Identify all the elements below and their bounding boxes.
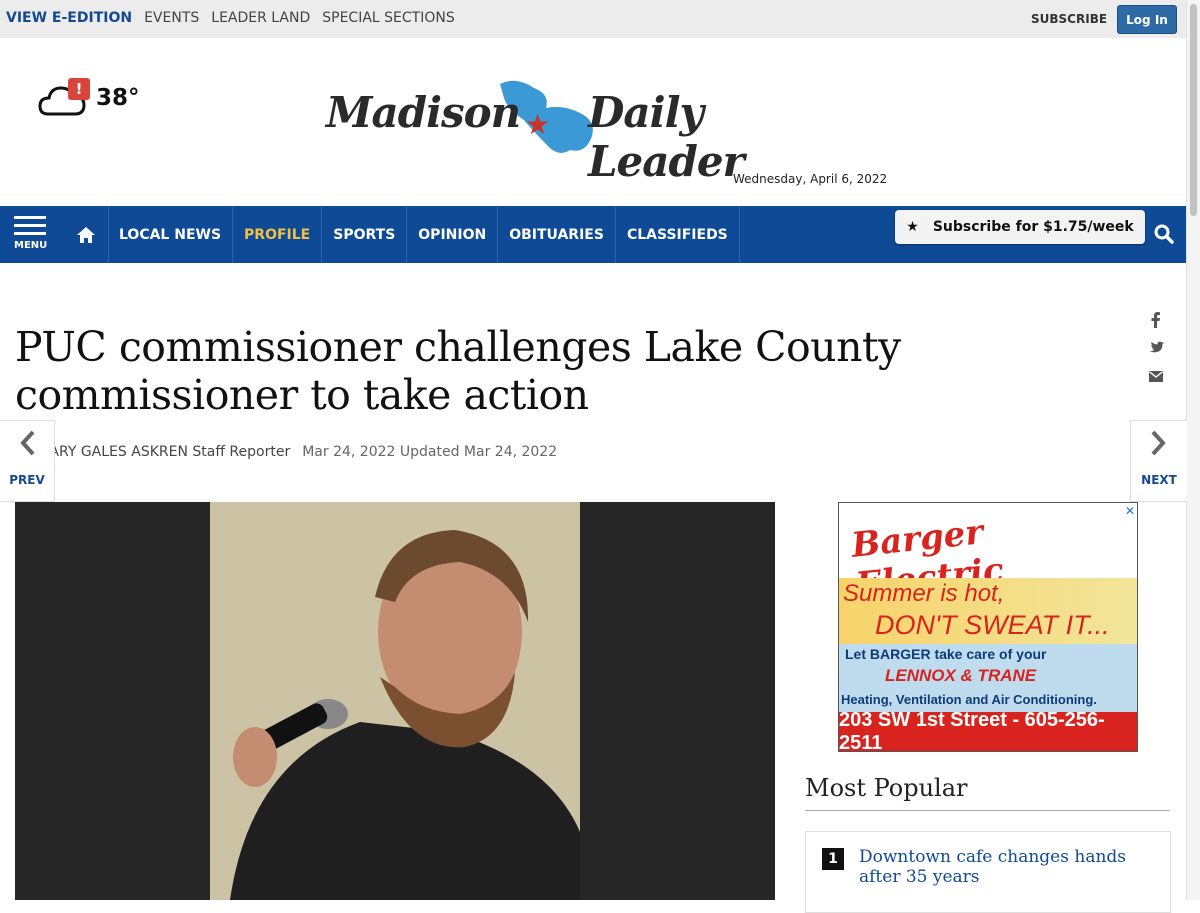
divider (805, 810, 1170, 811)
leader-land-link[interactable]: LEADER LAND (211, 10, 310, 26)
ad-line-1: Summer is hot, (843, 580, 1005, 607)
weather-widget[interactable]: ! 38° (38, 78, 140, 118)
menu-button[interactable]: MENU (14, 216, 48, 256)
nav-classifieds[interactable]: CLASSIFIEDS (616, 206, 740, 263)
top-utility-bar: VIEW E-EDITION EVENTS LEADER LAND SPECIA… (0, 0, 1186, 38)
scrollbar-thumb[interactable] (1190, 4, 1197, 216)
chevron-left-icon (0, 427, 54, 463)
article-photo[interactable] (15, 502, 775, 900)
facebook-icon[interactable] (1146, 312, 1166, 341)
login-button[interactable]: Log In (1117, 5, 1177, 34)
ad-address: 203 SW 1st Street - 605-256-2511 (839, 709, 1137, 751)
share-tools (1146, 312, 1166, 399)
publish-dates: Mar 24, 2022 Updated Mar 24, 2022 (302, 444, 558, 460)
twitter-icon[interactable] (1146, 341, 1166, 370)
byline: By MARY GALES ASKREN Staff Reporter Mar 2… (15, 444, 557, 460)
subscribe-link[interactable]: SUBSCRIBE (1031, 12, 1107, 26)
author[interactable]: By MARY GALES ASKREN Staff Reporter (15, 444, 290, 460)
subscribe-button-label: Subscribe for $1.75/week (932, 219, 1134, 235)
email-icon[interactable] (1146, 370, 1166, 399)
cloud-icon: ! (38, 78, 92, 118)
site-logo[interactable]: Madison ★ Daily Leader (320, 74, 860, 186)
scrollbar[interactable] (1186, 0, 1200, 900)
nav-sports[interactable]: SPORTS (322, 206, 408, 263)
next-label: NEXT (1141, 473, 1177, 487)
prev-article-button[interactable]: PREV (0, 420, 55, 502)
next-article-button[interactable]: NEXT (1130, 420, 1187, 502)
search-icon[interactable] (1150, 220, 1178, 248)
advertisement[interactable]: ✕ Barger Electric Summer is hot, DON'T S… (838, 502, 1138, 752)
menu-label: MENU (14, 240, 48, 251)
events-link[interactable]: EVENTS (144, 10, 199, 26)
nav-profile[interactable]: PROFILE (233, 206, 323, 263)
most-popular-item-link[interactable]: Downtown cafe changes hands after 35 yea… (859, 847, 1159, 887)
article-headline: PUC commissioner challenges Lake County … (15, 323, 901, 419)
home-icon[interactable] (64, 206, 109, 263)
nav-opinion[interactable]: OPINION (407, 206, 499, 263)
photo-subject (210, 502, 580, 900)
most-popular-title: Most Popular (805, 774, 968, 802)
prev-label: PREV (9, 473, 45, 487)
current-date: Wednesday, April 6, 2022 (733, 172, 888, 186)
star-icon: ★ (906, 219, 919, 235)
temperature: 38° (96, 85, 140, 111)
ad-summer-panel: Summer is hot, DON'T SWEAT IT... (839, 578, 1137, 644)
ad-line-2: DON'T SWEAT IT... (875, 610, 1110, 640)
nav-local-news[interactable]: LOCAL NEWS (108, 206, 234, 263)
view-e-edition-link[interactable]: VIEW E-EDITION (6, 10, 132, 26)
rank-badge: 1 (822, 848, 844, 870)
ad-line-3: Let BARGER take care of your (845, 646, 1047, 662)
ad-brands: LENNOX & TRANE (885, 666, 1037, 685)
special-sections-link[interactable]: SPECIAL SECTIONS (322, 10, 454, 26)
most-popular-list: 1 Downtown cafe changes hands after 35 y… (805, 831, 1171, 913)
subscribe-button[interactable]: ★ Subscribe for $1.75/week (895, 210, 1145, 244)
utility-links: VIEW E-EDITION EVENTS LEADER LAND SPECIA… (6, 10, 455, 26)
nav-items: LOCAL NEWS PROFILE SPORTS OPINION OBITUA… (108, 206, 740, 263)
ad-middle-panel: Let BARGER take care of your LENNOX & TR… (839, 644, 1137, 712)
nav-obituaries[interactable]: OBITUARIES (498, 206, 616, 263)
chevron-right-icon (1131, 427, 1187, 463)
weather-alert-icon[interactable]: ! (68, 78, 90, 100)
masthead-left-word: Madison (326, 88, 521, 137)
star-icon: ★ (525, 108, 551, 141)
ad-line-5: Heating, Ventilation and Air Conditionin… (841, 692, 1097, 707)
